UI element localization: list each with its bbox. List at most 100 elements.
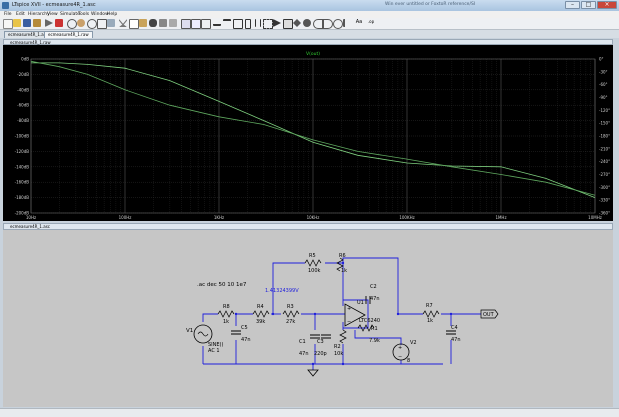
new-icon[interactable]	[3, 19, 13, 29]
y-right-tick-label: -120°	[599, 108, 610, 113]
y-right-tick-label: -300°	[599, 185, 610, 190]
run-icon[interactable]	[45, 19, 53, 27]
capacitor-c5[interactable]: C5 47n	[231, 325, 251, 343]
zoom-fit-icon[interactable]	[97, 19, 107, 29]
capacitor-icon[interactable]	[255, 19, 261, 27]
bode-plot[interactable]: 0dB -20dB -40dB -60dB -80dB -100dB -120dB -140d…	[3, 45, 613, 221]
y-right-tick-label: -90°	[599, 95, 608, 100]
u1-label: U1	[357, 300, 364, 306]
c1-value: 47n	[299, 351, 309, 357]
menu-file[interactable]: File	[4, 12, 12, 17]
setup-icon[interactable]	[169, 19, 177, 27]
rotate-icon[interactable]	[333, 19, 343, 29]
r2-label: R2	[334, 344, 341, 350]
drag-icon[interactable]	[303, 19, 311, 27]
resistor-r5[interactable]: R5 100k	[304, 253, 322, 274]
c3-value: 220p	[314, 351, 327, 357]
control-panel-icon[interactable]	[33, 19, 41, 27]
r4-value: 39k	[256, 319, 265, 325]
source-v1[interactable]: V1 SINE() AC 1	[186, 324, 223, 354]
open-icon[interactable]	[13, 19, 21, 27]
resistor-r8[interactable]: R8 1k	[217, 304, 235, 325]
capacitor-c3[interactable]: C3 220p	[314, 334, 331, 357]
r1-label: R1	[371, 326, 378, 332]
y-left-tick-label: -20dB	[17, 72, 29, 77]
resistor-r7[interactable]: R7 1k	[422, 303, 440, 324]
x-tick-label: 10KHz	[307, 215, 320, 220]
resistor-icon[interactable]	[245, 19, 251, 29]
spice-directive[interactable]: .ac dec 50 10 1e7	[197, 282, 247, 288]
trace-label: V(out)	[306, 51, 320, 57]
x-tick-label: 1KHz	[214, 215, 224, 220]
x-tick-label: 1MHz	[495, 215, 506, 220]
zoom-in-icon[interactable]	[67, 19, 77, 29]
schematic-canvas[interactable]: V1 SINE() AC 1 R8 1k R4 39k R3 27k C5 47…	[3, 230, 613, 407]
resistor-r3[interactable]: R3 27k	[282, 304, 300, 325]
tab-raw[interactable]: ecmeasure4R_1.raw	[44, 31, 93, 38]
mirror-icon[interactable]	[343, 19, 353, 27]
minimize-button[interactable]: –	[565, 1, 580, 9]
tile-icon[interactable]	[181, 19, 191, 29]
r8-label: R8	[223, 304, 230, 310]
paste-icon[interactable]	[139, 19, 147, 27]
r2-value: 10k	[334, 351, 343, 357]
capacitor-c4[interactable]: C4 47n	[446, 325, 461, 343]
r3-label: R3	[287, 304, 294, 310]
resistor-r1[interactable]: R1 7.9k	[357, 324, 380, 344]
copy-icon[interactable]	[129, 19, 139, 29]
find-icon[interactable]	[149, 19, 157, 27]
y-right-tick-label: -30°	[599, 69, 608, 74]
spice-directive-icon[interactable]: .op	[366, 19, 376, 27]
schematic-pane[interactable]: V1 SINE() AC 1 R8 1k R4 39k R3 27k C5 47…	[3, 230, 613, 407]
node-voltage-readout: 1.41324399V	[265, 288, 299, 294]
inductor-icon[interactable]	[263, 19, 273, 29]
app-icon	[2, 2, 9, 9]
ground-icon[interactable]	[223, 19, 231, 29]
r7-label: R7	[426, 303, 433, 309]
resistor-r4[interactable]: R4 39k	[252, 304, 270, 325]
wire-icon[interactable]	[213, 19, 221, 26]
pan-icon[interactable]	[77, 19, 85, 27]
cut-icon[interactable]	[119, 19, 127, 27]
move-icon[interactable]	[293, 19, 301, 27]
component-icon[interactable]	[283, 19, 293, 29]
menu-view[interactable]: View	[47, 12, 58, 17]
y-right-tick-label: 0°	[599, 57, 604, 62]
y-left-tick-label: -40dB	[17, 87, 29, 92]
x-tick-label: 10Hz	[26, 215, 36, 220]
y-right-tick-label: -240°	[599, 159, 610, 164]
r1-value: 7.9k	[369, 338, 380, 344]
menu-edit[interactable]: Edit	[16, 12, 25, 17]
resistor-r2[interactable]: R2 10k	[334, 329, 347, 357]
r6-value: 1k	[341, 268, 347, 274]
close-button[interactable]: ×	[597, 1, 617, 9]
menu-tools[interactable]: Tools	[78, 12, 89, 17]
text-icon[interactable]: Aa	[355, 19, 363, 27]
v2-label: V2	[410, 340, 417, 346]
cascade-icon[interactable]	[191, 19, 201, 29]
r5-label: R5	[309, 253, 316, 259]
menu-simulate[interactable]: Simulate	[60, 12, 80, 17]
maximize-button[interactable]: □	[581, 1, 596, 9]
net-label-out[interactable]: OUT	[480, 309, 499, 319]
c5-value: 47n	[241, 337, 251, 343]
redo-icon[interactable]	[323, 19, 333, 29]
undo-icon[interactable]	[313, 19, 323, 29]
c1-label: C1	[299, 339, 306, 345]
junction-dots	[234, 261, 453, 366]
svg-text:+: +	[347, 306, 351, 312]
y-right-tick-label: -150°	[599, 121, 610, 126]
label-icon[interactable]	[233, 19, 243, 29]
autorange-icon[interactable]	[107, 19, 115, 27]
print-icon[interactable]	[159, 19, 167, 27]
zoom-out-icon[interactable]	[87, 19, 97, 29]
close-windows-icon[interactable]	[201, 19, 211, 29]
opamp-u1[interactable]: + − U1 LTC6240	[344, 300, 380, 327]
r5-value: 100k	[308, 268, 321, 274]
source-v2[interactable]: + − V2 8	[392, 340, 417, 364]
halt-icon[interactable]	[55, 19, 63, 27]
diode-icon[interactable]	[273, 19, 281, 27]
save-icon[interactable]	[23, 19, 31, 27]
menu-help[interactable]: Help	[107, 12, 117, 17]
plot-pane[interactable]: 0dB -20dB -40dB -60dB -80dB -100dB -120dB -140d…	[3, 45, 613, 221]
